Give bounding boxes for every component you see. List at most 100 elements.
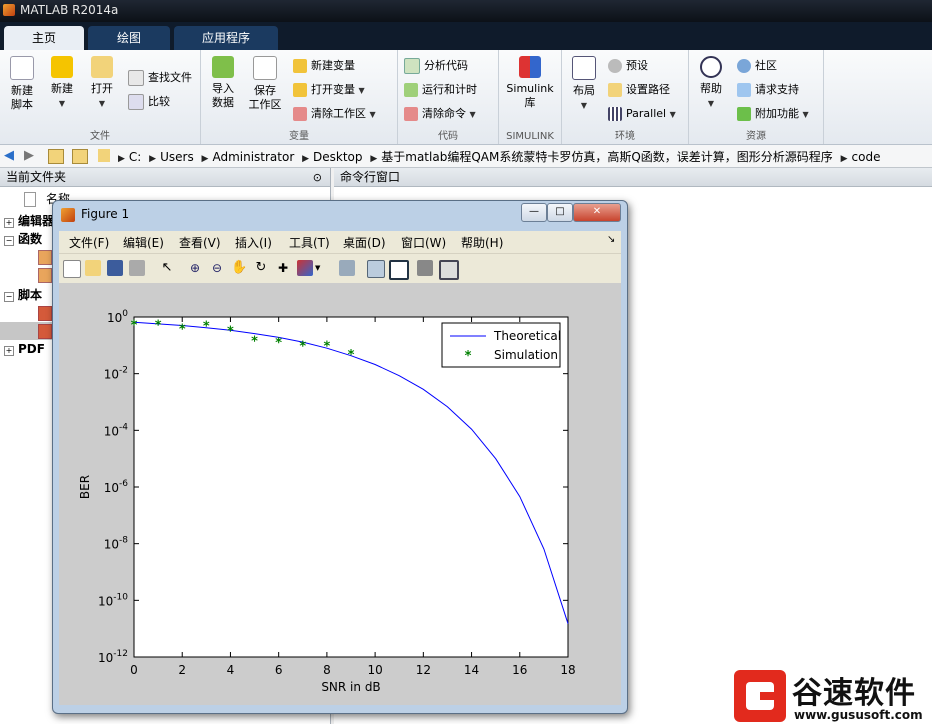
new-figure-icon[interactable] (63, 260, 81, 278)
plus-icon (51, 56, 73, 78)
menu-file[interactable]: 文件(F) (69, 234, 109, 251)
watermark-logo-icon (734, 670, 786, 722)
x-tick-label: 6 (275, 663, 283, 677)
show-plot-tools-icon[interactable] (439, 260, 459, 280)
figure-title-bar[interactable]: Figure 1 — □ ✕ (53, 201, 627, 229)
new-script-label: 新建 脚本 (11, 84, 33, 111)
tab-home[interactable]: 主页 (4, 26, 84, 50)
figure-title: Figure 1 (81, 207, 130, 221)
menu-desktop[interactable]: 桌面(D) (343, 234, 386, 251)
dock-arrow-icon[interactable]: ↘ (607, 234, 615, 245)
layout-button[interactable]: 布局 ▼ (566, 50, 602, 113)
maximize-button[interactable]: □ (547, 203, 573, 222)
community-button[interactable]: 社区 (737, 56, 777, 76)
expand-icon[interactable]: + (4, 346, 14, 356)
help-button[interactable]: 帮助 ▼ (691, 50, 731, 111)
tab-apps[interactable]: 应用程序 (174, 26, 278, 50)
x-tick-label: 2 (178, 663, 186, 677)
crumb-code[interactable]: code (852, 150, 881, 164)
rotate-icon[interactable]: ↻ (253, 260, 269, 276)
menu-help[interactable]: 帮助(H) (461, 234, 503, 251)
preferences-button[interactable]: 预设 (608, 56, 648, 76)
save-workspace-button[interactable]: 保存 工作区 (245, 50, 285, 112)
clear-commands-button[interactable]: 清除命令 ▼ (404, 104, 476, 124)
brush-dropdown-icon[interactable]: ▼ (315, 260, 323, 276)
script-file-icon[interactable] (38, 306, 52, 321)
x-tick-label: 0 (130, 663, 138, 677)
matlab-logo-icon (61, 208, 75, 222)
function-file-icon[interactable] (38, 268, 52, 283)
app-title-bar: MATLAB R2014a (0, 0, 932, 22)
addons-plus-icon (737, 107, 751, 121)
crumb-drive[interactable]: C: (129, 150, 141, 164)
pointer-icon[interactable]: ↖ (159, 260, 175, 276)
new-script-button[interactable]: 新建 脚本 (4, 50, 40, 112)
tab-plots[interactable]: 绘图 (88, 26, 170, 50)
y-axis-label: BER (78, 475, 92, 499)
link-plot-icon[interactable] (339, 260, 355, 276)
simulation-point: * (348, 348, 355, 363)
parallel-button[interactable]: Parallel ▼ (608, 104, 676, 124)
minimize-button[interactable]: — (521, 203, 547, 222)
x-axis-label: SNR in dB (321, 680, 380, 694)
crumb-project-folder[interactable]: 基于matlab编程QAM系统蒙特卡罗仿真，高斯Q函数，误差计算，图形分析源码程… (381, 150, 833, 164)
save-icon[interactable] (107, 260, 123, 276)
zoom-in-icon[interactable]: ⊕ (187, 260, 203, 276)
analyze-code-button[interactable]: 分析代码 (404, 56, 468, 76)
tree-node-editor[interactable]: + 编辑器 (4, 212, 54, 230)
back-arrow-icon[interactable]: ◀ (4, 148, 14, 163)
expand-icon[interactable]: + (4, 218, 14, 228)
ribbon-group-resources: 帮助 ▼ 社区 请求支持 附加功能 ▼ 资源 (689, 50, 824, 144)
run-and-time-button[interactable]: 运行和计时 (404, 80, 477, 100)
data-cursor-icon[interactable]: ✚ (275, 260, 291, 276)
hide-plot-tools-icon[interactable] (417, 260, 433, 276)
colorbar-icon[interactable] (367, 260, 385, 278)
menu-view[interactable]: 查看(V) (179, 234, 221, 251)
open-variable-button[interactable]: 打开变量 ▼ (293, 80, 365, 100)
help-icon (700, 56, 722, 78)
clear-commands-label: 清除命令 (422, 107, 466, 120)
close-button[interactable]: ✕ (573, 203, 621, 222)
browse-folder-icon[interactable] (72, 149, 88, 164)
figure-canvas: 0 2 4 6 8 10 12 14 16 18 100 10-2 10-4 10-6 10-8 10-10 1… (59, 283, 621, 705)
new-variable-button[interactable]: 新建变量 (293, 56, 355, 76)
collapse-icon[interactable]: − (4, 292, 14, 302)
open-button[interactable]: 打开 ▼ (84, 50, 120, 111)
legend-swatch-marker: * (465, 349, 472, 364)
zoom-out-icon[interactable]: ⊖ (209, 260, 225, 276)
open-file-icon[interactable] (85, 260, 101, 276)
forward-arrow-icon[interactable]: ▶ (24, 148, 34, 163)
figure-window[interactable]: Figure 1 — □ ✕ 文件(F) 编辑(E) 查看(V) 插入(I) 工… (52, 200, 628, 714)
request-support-button[interactable]: 请求支持 (737, 80, 799, 100)
collapse-icon[interactable]: − (4, 236, 14, 246)
new-button[interactable]: 新建 ▼ (44, 50, 80, 111)
menu-insert[interactable]: 插入(I) (235, 234, 272, 251)
menu-window[interactable]: 窗口(W) (401, 234, 446, 251)
print-icon[interactable] (129, 260, 145, 276)
simulink-library-button[interactable]: Simulink 库 (503, 50, 557, 110)
up-folder-icon[interactable] (48, 149, 64, 164)
pan-icon[interactable]: ✋ (231, 260, 247, 276)
compare-button[interactable]: 比较 (128, 92, 170, 112)
x-tick-label: 8 (323, 663, 331, 677)
menu-edit[interactable]: 编辑(E) (123, 234, 164, 251)
simulink-library-label: Simulink 库 (506, 82, 554, 109)
tree-node-functions[interactable]: − 函数 (4, 230, 42, 248)
legend-icon[interactable] (389, 260, 409, 280)
addons-button[interactable]: 附加功能 ▼ (737, 104, 809, 124)
function-file-icon[interactable] (38, 250, 52, 265)
panel-menu-icon[interactable]: ⊙ (313, 169, 322, 187)
crumb-administrator[interactable]: Administrator (212, 150, 294, 164)
clear-workspace-button[interactable]: 清除工作区 ▼ (293, 104, 376, 124)
import-data-button[interactable]: 导入 数据 (205, 50, 241, 110)
crumb-users[interactable]: Users (160, 150, 194, 164)
brush-icon[interactable] (297, 260, 313, 276)
tree-node-scripts[interactable]: − 脚本 (4, 286, 42, 304)
y-tick-label: 10-6 (104, 479, 129, 495)
menu-tools[interactable]: 工具(T) (289, 234, 330, 251)
app-title: MATLAB R2014a (20, 3, 119, 17)
crumb-desktop[interactable]: Desktop (313, 150, 363, 164)
find-files-button[interactable]: 查找文件 (128, 68, 192, 88)
set-path-button[interactable]: 设置路径 (608, 80, 670, 100)
tree-node-pdf[interactable]: + PDF (4, 340, 45, 358)
